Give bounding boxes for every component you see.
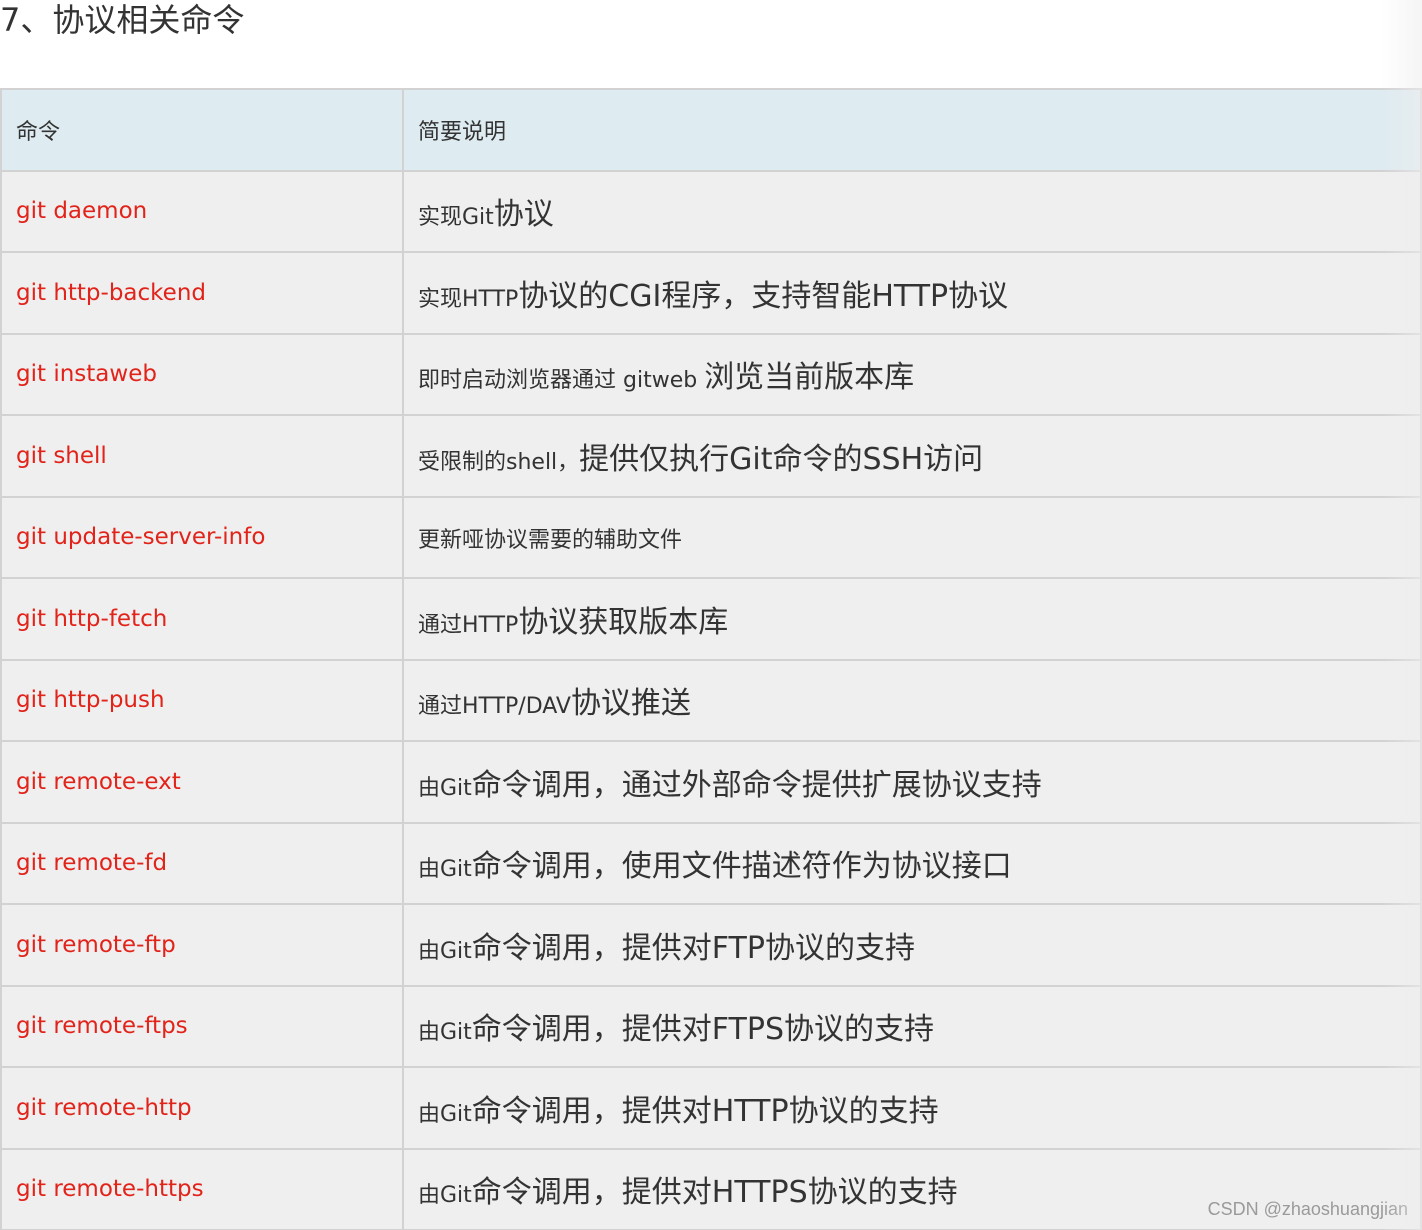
- table-row: git daemon 实现Git协议: [0, 169, 1422, 253]
- description-text: 通过HTTP/DAV协议推送: [418, 686, 691, 721]
- description-rest: 协议推送: [570, 686, 691, 722]
- command-cell: git shell: [0, 414, 404, 498]
- description-lead: 通过HTTP/DAV: [418, 694, 571, 720]
- command-name: git http-push: [16, 687, 165, 714]
- description-rest: 命令调用，提供对FTPS协议的支持: [471, 1012, 934, 1048]
- description-text: 实现HTTP协议的CGI程序，支持智能HTTP协议: [418, 279, 1008, 314]
- description-rest: 命令调用，使用文件描述符作为协议接口: [471, 849, 1012, 885]
- description-text: 受限制的shell，提供仅执行Git命令的SSH访问: [418, 442, 983, 477]
- description-cell: 由Git命令调用，通过外部命令提供扩展协议支持: [402, 740, 1422, 824]
- command-name: git shell: [16, 442, 107, 469]
- command-cell: git remote-fd: [0, 821, 404, 905]
- description-rest: 协议获取版本库: [518, 604, 729, 640]
- protocol-commands-table: 命令 简要说明 git daemon 实现Git协议 git http-backen…: [0, 88, 1422, 1230]
- description-text: 由Git命令调用，提供对HTTPS协议的支持: [418, 1175, 958, 1210]
- command-cell: git http-fetch: [0, 577, 404, 661]
- description-rest: 协议的CGI程序，支持智能HTTP协议: [518, 278, 1009, 314]
- command-cell: git http-backend: [0, 251, 404, 335]
- description-lead: 由Git: [418, 1101, 472, 1127]
- command-cell: git remote-https: [0, 1147, 404, 1230]
- command-cell: git remote-ftps: [0, 984, 404, 1068]
- description-cell: 即时启动浏览器通过 gitweb 浏览当前版本库: [402, 332, 1422, 416]
- description-lead: 实现HTTP: [418, 286, 519, 312]
- table-row: git http-fetch 通过HTTP协议获取版本库: [0, 577, 1422, 661]
- table-row: git remote-http 由Git命令调用，提供对HTTP协议的支持: [0, 1066, 1422, 1150]
- command-cell: git instaweb: [0, 332, 404, 416]
- description-text: 由Git命令调用，提供对FTP协议的支持: [418, 931, 915, 966]
- table-row: git remote-ftps 由Git命令调用，提供对FTPS协议的支持: [0, 984, 1422, 1068]
- table-body: git daemon 实现Git协议 git http-backend 实现HTTP协…: [0, 169, 1422, 1230]
- description-lead: 通过HTTP: [418, 612, 519, 638]
- description-cell: 由Git命令调用，提供对HTTP协议的支持: [402, 1066, 1422, 1150]
- table-row: git remote-ext 由Git命令调用，通过外部命令提供扩展协议支持: [0, 740, 1422, 824]
- command-cell: git http-push: [0, 658, 404, 742]
- command-name: git remote-http: [16, 1094, 192, 1121]
- table-row: git http-backend 实现HTTP协议的CGI程序，支持智能HTTP协…: [0, 251, 1422, 335]
- description-lead: 由Git: [418, 938, 472, 964]
- description-cell: 受限制的shell，提供仅执行Git命令的SSH访问: [402, 414, 1422, 498]
- description-lead: 由Git: [418, 857, 472, 883]
- description-cell: 由Git命令调用，使用文件描述符作为协议接口: [402, 821, 1422, 905]
- description-text: 通过HTTP协议获取版本库: [418, 605, 728, 640]
- command-name: git remote-ext: [16, 768, 181, 795]
- header-command: 命令: [0, 88, 404, 172]
- command-name: git http-backend: [16, 279, 206, 306]
- command-cell: git update-server-info: [0, 495, 404, 579]
- description-text: 即时启动浏览器通过 gitweb 浏览当前版本库: [418, 360, 914, 395]
- table-row: git shell 受限制的shell，提供仅执行Git命令的SSH访问: [0, 414, 1422, 498]
- description-rest: 命令调用，通过外部命令提供扩展协议支持: [471, 767, 1042, 803]
- description-cell: 更新哑协议需要的辅助文件: [402, 495, 1422, 579]
- description-cell: 由Git命令调用，提供对FTP协议的支持: [402, 903, 1422, 987]
- description-text: 更新哑协议需要的辅助文件: [418, 528, 682, 553]
- command-cell: git remote-http: [0, 1066, 404, 1150]
- table-header-row: 命令 简要说明: [0, 88, 1422, 172]
- description-rest: 命令调用，提供对FTP协议的支持: [471, 930, 915, 966]
- description-cell: 实现HTTP协议的CGI程序，支持智能HTTP协议: [402, 251, 1422, 335]
- command-name: git remote-ftp: [16, 931, 176, 958]
- description-rest: 命令调用，提供对HTTPS协议的支持: [471, 1175, 958, 1211]
- table-row: git http-push 通过HTTP/DAV协议推送: [0, 658, 1422, 742]
- table-row: git remote-ftp 由Git命令调用，提供对FTP协议的支持: [0, 903, 1422, 987]
- description-lead: 由Git: [418, 775, 472, 801]
- header-description: 简要说明: [402, 88, 1422, 172]
- description-lead: 即时启动浏览器通过 gitweb: [418, 368, 705, 394]
- description-rest: 命令调用，提供对HTTP协议的支持: [471, 1093, 939, 1129]
- command-name: git remote-ftps: [16, 1013, 188, 1040]
- description-lead: 由Git: [418, 1183, 472, 1209]
- description-text: 实现Git协议: [418, 197, 554, 232]
- command-cell: git daemon: [0, 169, 404, 253]
- description-cell: 由Git命令调用，提供对FTPS协议的支持: [402, 984, 1422, 1068]
- page: 7、协议相关命令 命令 简要说明 git daemon 实现Git协议 git ht…: [0, 0, 1422, 1230]
- description-cell: 通过HTTP协议获取版本库: [402, 577, 1422, 661]
- description-text: 由Git命令调用，提供对FTPS协议的支持: [418, 1012, 934, 1047]
- command-name: git remote-https: [16, 1176, 204, 1203]
- description-text: 由Git命令调用，通过外部命令提供扩展协议支持: [418, 768, 1042, 803]
- command-cell: git remote-ext: [0, 740, 404, 824]
- command-name: git daemon: [16, 198, 148, 225]
- section-title: 7、协议相关命令: [0, 1, 245, 39]
- description-lead: 受限制的shell，: [418, 449, 580, 475]
- description-cell: 实现Git协议: [402, 169, 1422, 253]
- command-cell: git remote-ftp: [0, 903, 404, 987]
- command-name: git update-server-info: [16, 524, 266, 551]
- description-lead: 实现Git: [418, 205, 494, 231]
- table-row: git update-server-info 更新哑协议需要的辅助文件: [0, 495, 1422, 579]
- description-rest: 浏览当前版本库: [704, 360, 915, 396]
- description-rest: 提供仅执行Git命令的SSH访问: [579, 441, 984, 477]
- description-lead: 由Git: [418, 1020, 472, 1046]
- watermark: CSDN @zhaoshuangjian: [1207, 1199, 1408, 1219]
- description-cell: 通过HTTP/DAV协议推送: [402, 658, 1422, 742]
- description-lead: 更新哑协议需要的辅助文件: [418, 527, 683, 553]
- command-name: git http-fetch: [16, 605, 168, 632]
- table-row: git instaweb 即时启动浏览器通过 gitweb 浏览当前版本库: [0, 332, 1422, 416]
- command-name: git remote-fd: [16, 850, 168, 877]
- table-row: git remote-fd 由Git命令调用，使用文件描述符作为协议接口: [0, 821, 1422, 905]
- description-text: 由Git命令调用，使用文件描述符作为协议接口: [418, 849, 1012, 884]
- description-rest: 协议: [493, 197, 554, 233]
- description-text: 由Git命令调用，提供对HTTP协议的支持: [418, 1094, 939, 1129]
- command-name: git instaweb: [16, 361, 157, 388]
